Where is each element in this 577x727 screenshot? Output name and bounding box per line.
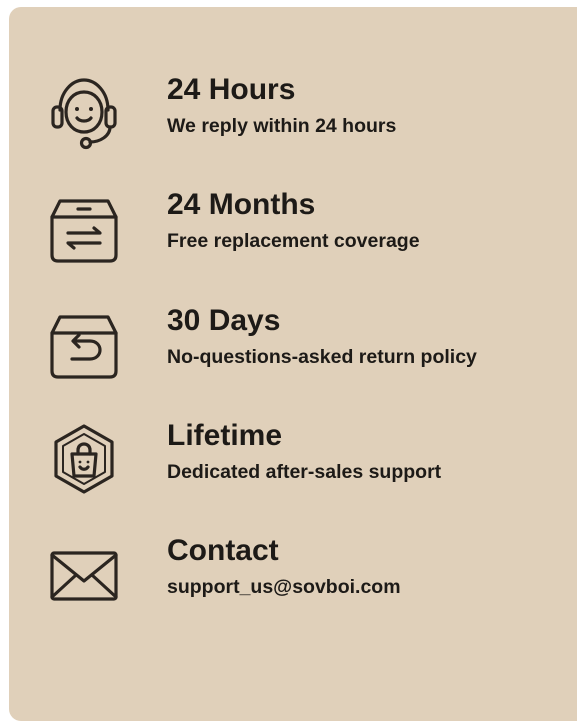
envelope-icon bbox=[42, 533, 126, 617]
feature-warranty: 24 Months Free replacement coverage bbox=[0, 187, 577, 277]
feature-title: 24 Hours bbox=[167, 73, 296, 106]
box-return-icon bbox=[42, 303, 126, 387]
feature-title: 30 Days bbox=[167, 304, 281, 337]
feature-description: No-questions-asked return policy bbox=[167, 346, 477, 368]
feature-returns: 30 Days No-questions-asked return policy bbox=[0, 303, 577, 393]
feature-description: Free replacement coverage bbox=[167, 230, 420, 252]
feature-description: We reply within 24 hours bbox=[167, 115, 397, 137]
support-email[interactable]: support_us@sovboi.com bbox=[167, 575, 401, 599]
feature-support: Lifetime Dedicated after-sales support bbox=[0, 418, 577, 508]
feature-title: 24 Months bbox=[167, 188, 316, 221]
feature-title: Contact bbox=[167, 534, 279, 567]
headset-icon bbox=[42, 72, 126, 156]
box-exchange-icon bbox=[42, 187, 126, 271]
feature-reply-time: 24 Hours We reply within 24 hours bbox=[0, 72, 577, 162]
feature-title: Lifetime bbox=[167, 419, 283, 452]
shopping-bag-hexagon-icon bbox=[42, 418, 126, 502]
feature-description: Dedicated after-sales support bbox=[167, 461, 442, 483]
feature-contact: Contact support_us@sovboi.com bbox=[0, 533, 577, 623]
